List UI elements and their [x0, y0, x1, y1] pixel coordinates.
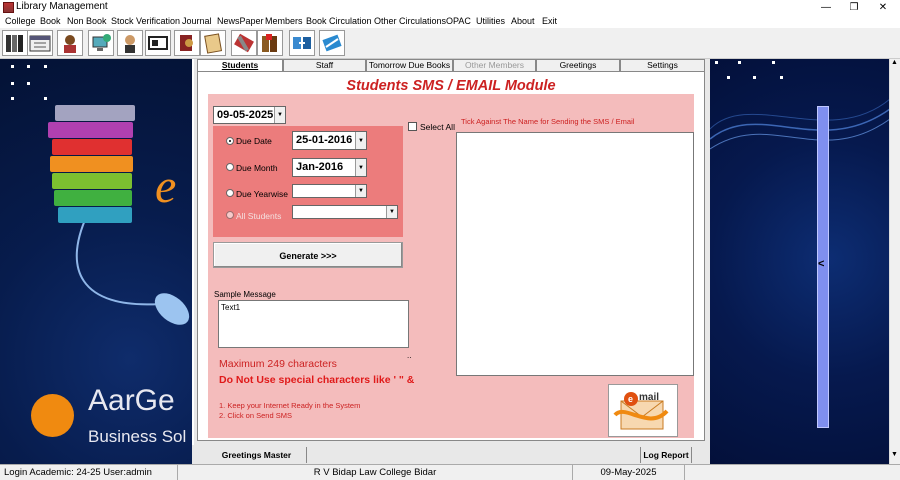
menu-exit[interactable]: Exit — [542, 15, 557, 28]
generate-button[interactable]: Generate >>> — [213, 242, 403, 268]
vertical-scrollbar[interactable]: ▲ ▼ — [889, 59, 900, 464]
tab-staff[interactable]: Staff — [283, 59, 366, 71]
max-characters-text: Maximum 249 characters — [219, 358, 337, 370]
toolbar — [0, 28, 900, 59]
menu-other-circulations[interactable]: Other Circulations — [374, 15, 446, 28]
name-list[interactable] — [456, 132, 694, 376]
radio-due-date-label: Due Date — [236, 136, 272, 146]
due-yearwise-select[interactable]: ▼ — [292, 184, 367, 198]
export-tool-button[interactable] — [319, 30, 345, 56]
tab-greetings[interactable]: Greetings — [536, 59, 620, 71]
menu-stock-verification[interactable]: Stock Verification — [111, 15, 180, 28]
chevron-down-icon[interactable]: ▼ — [386, 206, 397, 218]
minimize-button[interactable]: — — [812, 0, 840, 15]
menu-members[interactable]: Members — [265, 15, 303, 28]
menu-bar: College Book Non Book Stock Verification… — [0, 15, 900, 28]
menu-journal[interactable]: Journal — [182, 15, 212, 28]
chevron-down-icon[interactable]: ▼ — [355, 159, 366, 176]
id-card-tool-button[interactable] — [145, 30, 171, 56]
right-banner: < — [710, 59, 890, 464]
tick-instruction: Tick Against The Name for Sending the SM… — [461, 117, 635, 126]
due-date-select[interactable]: 25-01-2016 ▼ — [292, 131, 367, 150]
book-stack-icon — [55, 105, 135, 121]
catalog-tool-button[interactable] — [27, 30, 53, 56]
sample-message-input[interactable]: Text1 — [218, 300, 409, 348]
date-select-value: 09-05-2025 — [217, 109, 274, 121]
module-title: Students SMS / EMAIL Module — [346, 78, 556, 94]
banner-e-letter: e — [155, 160, 177, 213]
due-date-value: 25-01-2016 — [296, 134, 353, 146]
window-title: Library Management — [16, 1, 108, 12]
all-students-select[interactable]: ▼ — [292, 205, 398, 219]
menu-utilities[interactable]: Utilities — [476, 15, 505, 28]
due-month-value: Jan-2016 — [296, 161, 344, 173]
tools-tool-button[interactable] — [231, 30, 257, 56]
log-report-button[interactable]: Log Report — [640, 447, 692, 463]
menu-about[interactable]: About — [511, 15, 535, 28]
library-tool-button[interactable] — [257, 30, 283, 56]
company-logo-icon — [31, 394, 74, 437]
sample-message-label: Sample Message — [214, 290, 276, 299]
send-email-button[interactable]: e mail — [608, 384, 678, 437]
notebook-tool-button[interactable] — [200, 30, 226, 56]
menu-college[interactable]: College — [5, 15, 36, 28]
status-college: R V Bidap Law College Bidar — [178, 465, 573, 480]
tab-other-members[interactable]: Other Members — [453, 59, 536, 71]
wave-decoration-icon — [710, 98, 890, 150]
radio-due-yearwise[interactable] — [226, 189, 234, 197]
menu-newspaper[interactable]: NewsPaper — [217, 15, 264, 28]
menu-non-book[interactable]: Non Book — [67, 15, 107, 28]
radio-all-students-label: All Students — [236, 211, 282, 221]
greetings-master-button[interactable]: Greetings Master — [207, 447, 307, 463]
svg-text:e: e — [628, 394, 633, 404]
scroll-down-icon[interactable]: ▼ — [891, 451, 898, 458]
radio-all-students[interactable] — [226, 211, 234, 219]
mouse-cable-icon — [75, 209, 190, 325]
slider-arrow[interactable]: < — [818, 258, 824, 270]
title-bar: Library Management — ❐ ✕ — [0, 0, 900, 15]
company-name: AarGe — [88, 384, 175, 417]
menu-opac[interactable]: OPAC — [446, 15, 471, 28]
status-date: 09-May-2025 — [573, 465, 685, 480]
select-all-label: Select All — [420, 122, 455, 132]
transfer-tool-button[interactable] — [289, 30, 315, 56]
member-tool-button[interactable] — [57, 30, 83, 56]
tab-students[interactable]: Students — [197, 59, 283, 71]
radio-due-month-label: Due Month — [236, 163, 278, 173]
radio-due-yearwise-label: Due Yearwise — [236, 189, 288, 199]
menu-book-circulation[interactable]: Book Circulation — [306, 15, 372, 28]
app-icon — [3, 2, 14, 13]
computer-tool-button[interactable] — [88, 30, 114, 56]
left-banner: e AarGe Business Sol — [0, 59, 192, 464]
close-button[interactable]: ✕ — [869, 0, 897, 15]
company-tagline: Business Sol — [88, 427, 187, 446]
radio-due-month[interactable] — [226, 163, 234, 171]
radio-due-date[interactable] — [226, 137, 234, 145]
select-all-checkbox[interactable] — [408, 122, 417, 131]
due-month-select[interactable]: Jan-2016 ▼ — [292, 158, 367, 177]
menu-book[interactable]: Book — [40, 15, 61, 28]
person-tool-button[interactable] — [117, 30, 143, 56]
tab-tomorrow-due-books[interactable]: Tomorrow Due Books — [366, 59, 453, 71]
status-login: Login Academic: 24-25 User:admin — [2, 465, 178, 480]
book-issue-tool-button[interactable] — [174, 30, 200, 56]
resize-dots: .. — [407, 351, 412, 360]
date-select[interactable]: 09-05-2025 ▼ — [213, 106, 286, 124]
restore-button[interactable]: ❐ — [840, 0, 868, 15]
note-internet: 1. Keep your Internet Ready in the Syste… — [219, 401, 361, 410]
chevron-down-icon[interactable]: ▼ — [274, 107, 285, 123]
svg-text:mail: mail — [639, 392, 659, 403]
tab-settings[interactable]: Settings — [620, 59, 705, 71]
chevron-down-icon[interactable]: ▼ — [355, 132, 366, 149]
chevron-down-icon[interactable]: ▼ — [355, 185, 366, 197]
books-tool-button[interactable] — [2, 30, 28, 56]
email-icon: e mail — [613, 392, 669, 430]
note-send-sms: 2. Click on Send SMS — [219, 411, 292, 420]
scroll-up-icon[interactable]: ▲ — [891, 59, 898, 66]
special-characters-warning: Do Not Use special characters like ' " & — [219, 374, 415, 386]
